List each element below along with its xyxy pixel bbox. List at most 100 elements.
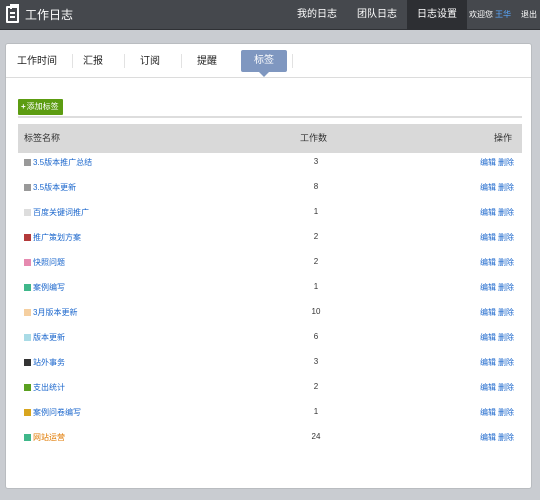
delete-tag-link[interactable]: 删除 [498,332,514,343]
plus-icon: + [21,102,26,111]
header-work-count: 工作数 [300,133,328,143]
tag-name-link[interactable]: 推广策划方案 [33,232,81,243]
tag-color-swatch [24,284,31,291]
tag-name-link[interactable]: 支出统计 [33,382,65,393]
delete-tag-link[interactable]: 删除 [498,382,514,393]
tag-color-swatch [24,334,31,341]
nav-log-settings[interactable]: 日志设置 [407,0,467,30]
delete-tag-link[interactable]: 删除 [498,182,514,193]
tag-work-count: 1 [313,282,319,291]
edit-tag-link[interactable]: 编辑 [480,332,496,343]
delete-tag-link[interactable]: 删除 [498,157,514,168]
edit-tag-link[interactable]: 编辑 [480,157,496,168]
edit-tag-link[interactable]: 编辑 [480,257,496,268]
tag-name-link[interactable]: 快照问题 [33,257,65,268]
tag-work-count: 3 [313,357,319,366]
edit-tag-link[interactable]: 编辑 [480,207,496,218]
table-row: 支出统计 2 编辑 删除 [18,378,522,403]
brand[interactable]: 工作日志 [0,0,73,30]
tag-name-link[interactable]: 3.5版本更新 [33,182,76,193]
delete-tag-link[interactable]: 删除 [498,207,514,218]
logout-link[interactable]: 退出 [521,0,537,30]
tag-color-swatch [24,434,31,441]
tag-work-count: 10 [311,307,321,316]
delete-tag-link[interactable]: 删除 [498,282,514,293]
delete-tag-link[interactable]: 删除 [498,232,514,243]
edit-tag-link[interactable]: 编辑 [480,232,496,243]
tag-work-count: 6 [313,332,319,341]
settings-panel: 工作时间 汇报 订阅 提醒 标签 +添加标签 标签名称 工作数 操作 3.5版本… [5,43,532,489]
edit-tag-link[interactable]: 编辑 [480,182,496,193]
add-tag-button[interactable]: +添加标签 [18,99,63,115]
tag-color-swatch [24,234,31,241]
table-row: 版本更新 6 编辑 删除 [18,328,522,353]
main-nav: 我的日志 团队日志 日志设置 [287,0,467,30]
tag-work-count: 2 [313,257,319,266]
tag-name-link[interactable]: 百度关键词推广 [33,207,89,218]
tag-name-link[interactable]: 站外事务 [33,357,65,368]
table-row: 3月版本更新 10 编辑 删除 [18,303,522,328]
tab-tags[interactable]: 标签 [241,50,287,77]
tab-separator [181,54,182,68]
tag-name-link[interactable]: 3.5版本推广总结 [33,157,92,168]
tag-work-count: 3 [313,157,319,166]
tab-report[interactable]: 汇报 [83,53,103,71]
table-row: 站外事务 3 编辑 删除 [18,353,522,378]
tag-color-swatch [24,259,31,266]
delete-tag-link[interactable]: 删除 [498,257,514,268]
tag-color-swatch [24,309,31,316]
tag-list: 3.5版本推广总结 3 编辑 删除 3.5版本更新 8 编辑 删除 百度关键词推广 1 编辑 删除 推广… [18,153,522,453]
edit-tag-link[interactable]: 编辑 [480,382,496,393]
delete-tag-link[interactable]: 删除 [498,407,514,418]
tag-color-swatch [24,384,31,391]
delete-tag-link[interactable]: 删除 [498,357,514,368]
tag-work-count: 8 [313,182,319,191]
delete-tag-link[interactable]: 删除 [498,307,514,318]
nav-team-log[interactable]: 团队日志 [347,0,407,30]
table-row: 3.5版本推广总结 3 编辑 删除 [18,153,522,178]
clipboard-icon [6,4,19,23]
tab-reminder[interactable]: 提醒 [197,53,217,71]
header-action: 操作 [494,133,513,143]
table-row: 推广策划方案 2 编辑 删除 [18,228,522,253]
nav-my-log[interactable]: 我的日志 [287,0,347,30]
table-row: 案例编写 1 编辑 删除 [18,278,522,303]
top-bar: 工作日志 我的日志 团队日志 日志设置 欢迎您 王华 退出 [0,0,540,30]
edit-tag-link[interactable]: 编辑 [480,432,496,443]
table-row: 案例问卷编写 1 编辑 删除 [18,403,522,428]
tag-name-link[interactable]: 3月版本更新 [33,307,77,318]
username-link[interactable]: 王华 [495,0,511,30]
divider [18,116,522,118]
table-row: 3.5版本更新 8 编辑 删除 [18,178,522,203]
edit-tag-link[interactable]: 编辑 [480,307,496,318]
add-tag-label: 添加标签 [26,102,59,111]
tag-work-count: 24 [311,432,321,441]
welcome-text: 欢迎您 [469,10,493,19]
tag-name-link[interactable]: 案例问卷编写 [33,407,81,418]
table-header: 标签名称 工作数 操作 [18,124,522,153]
tag-color-swatch [24,359,31,366]
tag-work-count: 1 [313,407,319,416]
tag-work-count: 2 [313,382,319,391]
table-row: 网站运营 24 编辑 删除 [18,428,522,453]
tag-color-swatch [24,159,31,166]
tag-color-swatch [24,184,31,191]
tab-subscribe[interactable]: 订阅 [140,53,160,71]
tab-work-time[interactable]: 工作时间 [17,53,57,71]
tag-name-link[interactable]: 网站运营 [33,432,65,443]
delete-tag-link[interactable]: 删除 [498,432,514,443]
user-box: 欢迎您 王华 退出 [469,0,537,30]
tag-color-swatch [24,409,31,416]
tab-separator [124,54,125,68]
tag-work-count: 2 [313,232,319,241]
tag-name-link[interactable]: 版本更新 [33,332,65,343]
app-title: 工作日志 [25,8,74,22]
tag-name-link[interactable]: 案例编写 [33,282,65,293]
tab-separator [72,54,73,68]
header-tag-name: 标签名称 [24,133,61,143]
edit-tag-link[interactable]: 编辑 [480,407,496,418]
table-row: 百度关键词推广 1 编辑 删除 [18,203,522,228]
edit-tag-link[interactable]: 编辑 [480,282,496,293]
edit-tag-link[interactable]: 编辑 [480,357,496,368]
tag-color-swatch [24,209,31,216]
